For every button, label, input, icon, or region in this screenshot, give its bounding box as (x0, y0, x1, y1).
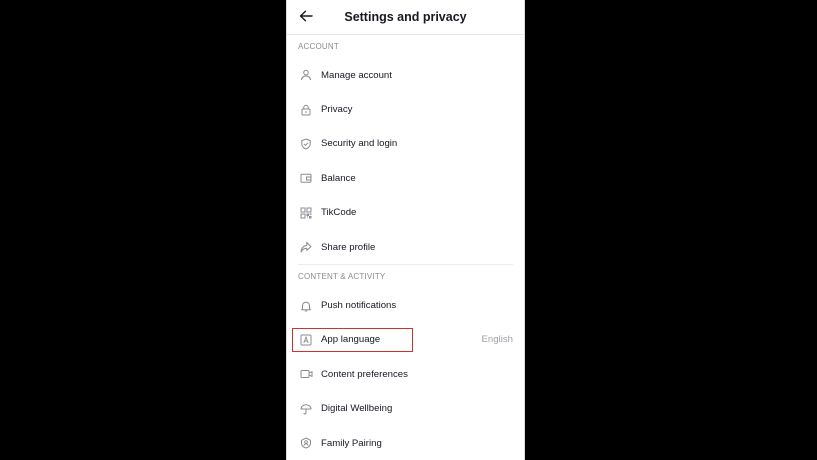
menu-item-label: Manage account (321, 69, 392, 81)
digital-wellbeing-item[interactable]: Digital Wellbeing (287, 392, 524, 426)
push-notifications-item[interactable]: Push notifications (287, 288, 524, 322)
language-icon (299, 333, 313, 347)
header-bar: Settings and privacy (287, 0, 524, 35)
family-icon (299, 436, 313, 450)
section-header-content-activity: CONTENT & ACTIVITY (298, 272, 386, 282)
shield-icon (299, 137, 313, 151)
umbrella-icon (299, 402, 313, 416)
share-icon (299, 240, 313, 254)
menu-item-label: Digital Wellbeing (321, 403, 393, 415)
settings-screen: Settings and privacy ACCOUNT Manage acco… (286, 0, 525, 460)
back-button[interactable] (297, 7, 315, 25)
wallet-icon (299, 171, 313, 185)
app-language-item[interactable]: App language English (287, 323, 524, 357)
security-login-item[interactable]: Security and login (287, 127, 524, 161)
content-preferences-item[interactable]: Content preferences (287, 357, 524, 391)
menu-item-label: Family Pairing (321, 437, 382, 449)
menu-item-label: Content preferences (321, 368, 408, 380)
lock-icon (299, 103, 313, 117)
family-pairing-item[interactable]: Family Pairing (287, 426, 524, 460)
menu-item-label: Share profile (321, 241, 376, 253)
menu-item-label: Balance (321, 172, 356, 184)
manage-account-item[interactable]: Manage account (287, 58, 524, 92)
menu-item-label: Security and login (321, 138, 398, 150)
bell-icon (299, 299, 313, 313)
section-divider (298, 264, 513, 266)
arrow-left-icon (299, 10, 313, 22)
person-icon (299, 68, 313, 82)
video-icon (299, 367, 313, 381)
balance-item[interactable]: Balance (287, 161, 524, 195)
tikcode-item[interactable]: TikCode (287, 196, 524, 230)
privacy-item[interactable]: Privacy (287, 92, 524, 126)
language-value: English (481, 334, 513, 346)
menu-item-label: Privacy (321, 104, 353, 116)
page-title: Settings and privacy (344, 10, 467, 24)
menu-item-label: App language (321, 334, 381, 346)
menu-item-label: Push notifications (321, 300, 397, 312)
qr-code-icon (299, 206, 313, 220)
menu-item-label: TikCode (321, 207, 357, 219)
section-header-account: ACCOUNT (298, 42, 339, 51)
share-profile-item[interactable]: Share profile (287, 230, 524, 264)
